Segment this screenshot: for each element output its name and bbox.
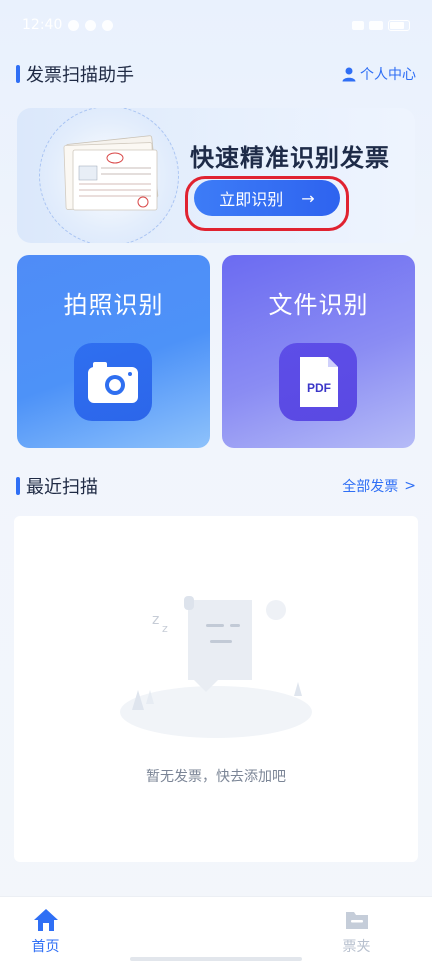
recent-section-header: 最近扫描 全部发票 > [16, 472, 416, 500]
file-recognition-card[interactable]: 文件识别 PDF [222, 255, 415, 448]
chevron-right-icon: > [404, 478, 416, 494]
pdf-icon-text: PDF [307, 381, 331, 395]
app-header: 发票扫描助手 个人中心 [16, 60, 416, 88]
section-accent-bar [16, 477, 20, 495]
status-time: 12:40 [22, 17, 63, 33]
empty-invoice-illustration-icon: z z [120, 596, 312, 738]
battery-icon [388, 19, 410, 31]
signal-icon [369, 20, 383, 30]
recent-scans-panel: z z 暂无发票，快去添加吧 [14, 516, 418, 862]
file-recognition-label: 文件识别 [268, 291, 369, 319]
svg-text:z: z [152, 612, 159, 628]
app-notification-icon-2 [85, 19, 97, 31]
invoice-illustration-icon [63, 135, 159, 211]
recent-scans-title: 最近扫描 [26, 477, 98, 498]
wifi-icon [352, 20, 364, 30]
pdf-icon-tile: PDF [279, 343, 357, 421]
app-notification-icon-3 [102, 19, 114, 31]
profile-center-label: 个人中心 [360, 67, 416, 83]
folder-icon [345, 912, 368, 929]
svg-text:z: z [162, 622, 168, 635]
profile-center-link[interactable]: 个人中心 [341, 64, 416, 84]
nav-home[interactable]: 首页 [0, 897, 201, 964]
all-invoices-label: 全部发票 [342, 479, 399, 495]
hero-banner [17, 108, 415, 243]
nav-home-label: 首页 [31, 939, 60, 955]
nav-folder-label: 票夹 [342, 939, 371, 955]
empty-state-text: 暂无发票，快去添加吧 [146, 769, 286, 785]
app-notification-icon [68, 19, 80, 31]
camera-icon [88, 362, 138, 403]
title-accent-bar [16, 65, 20, 83]
recognize-now-button[interactable]: 立即识别 → [194, 180, 340, 216]
nav-folder[interactable]: 票夹 [201, 897, 432, 964]
hero-heading: 快速精准识别发票 [190, 144, 390, 172]
home-icon [33, 909, 58, 931]
page-title: 发票扫描助手 [26, 65, 134, 86]
user-icon [342, 67, 356, 82]
photo-recognition-card[interactable]: 拍照识别 [17, 255, 210, 448]
camera-icon-tile [74, 343, 152, 421]
photo-recognition-label: 拍照识别 [63, 291, 164, 319]
pdf-file-icon: PDF [300, 357, 338, 407]
status-bar: 12:40 [0, 0, 432, 50]
recognize-now-label: 立即识别 [219, 190, 284, 209]
home-indicator[interactable] [130, 957, 302, 961]
all-invoices-link[interactable]: 全部发票 > [342, 476, 416, 496]
arrow-right-icon: → [301, 188, 315, 208]
bottom-nav: 首页 票夹 [0, 896, 432, 964]
